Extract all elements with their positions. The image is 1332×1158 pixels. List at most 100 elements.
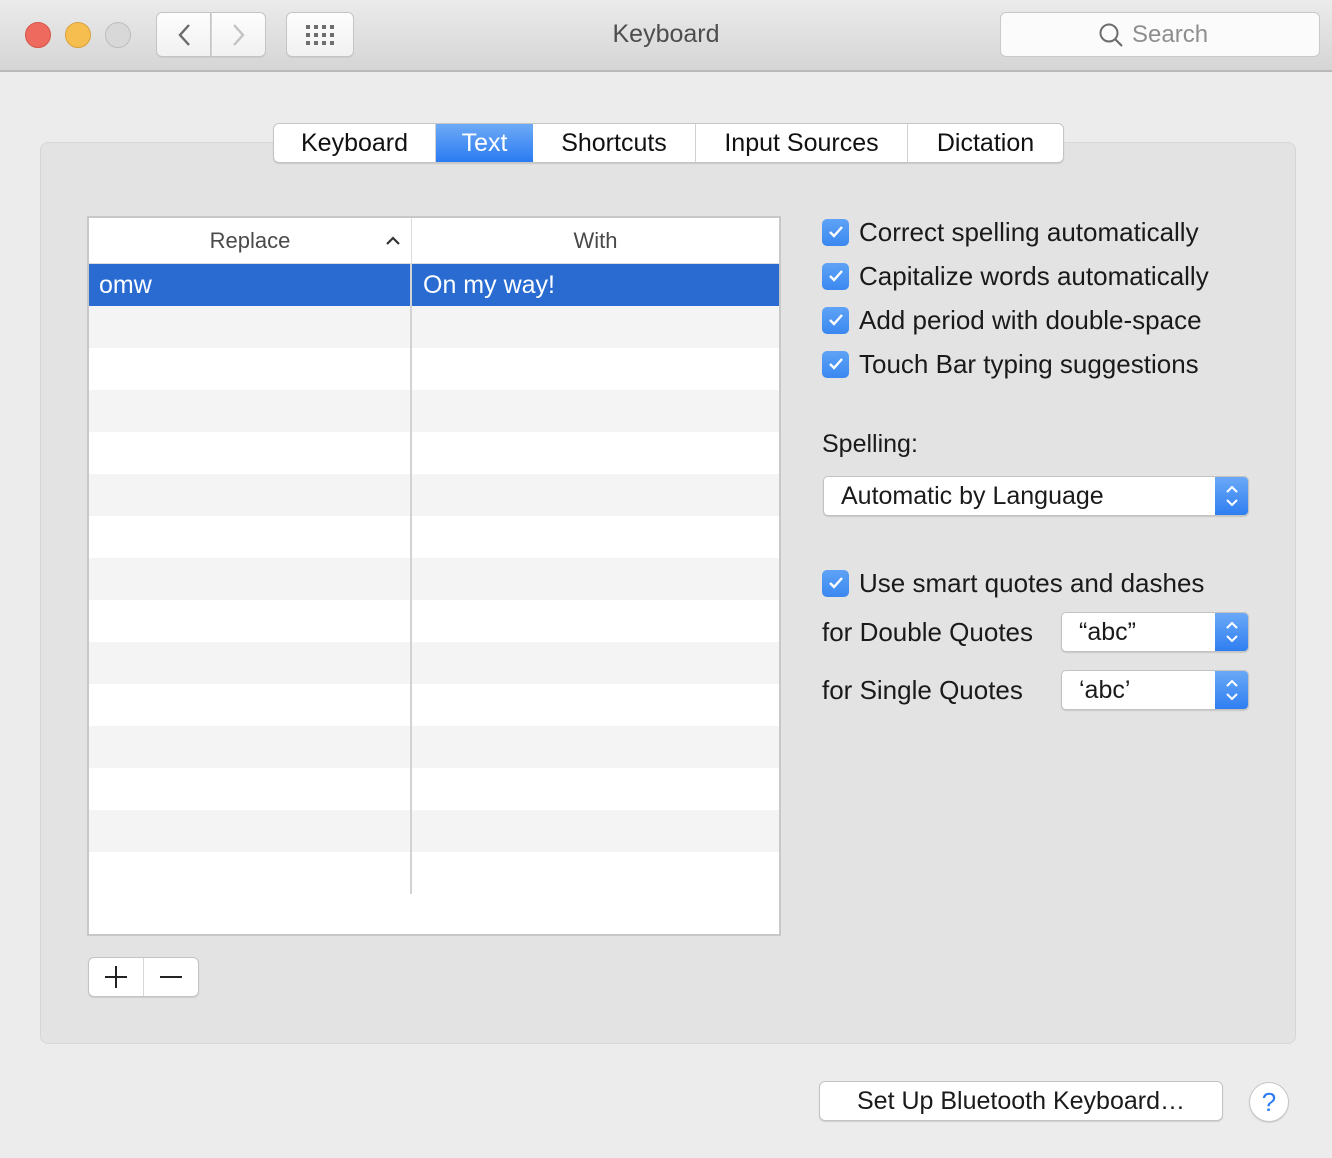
cell-replace — [89, 432, 412, 474]
empty-table-row[interactable] — [89, 852, 779, 894]
cell-with — [412, 642, 779, 684]
checkmark-icon — [828, 358, 843, 370]
cell-replace — [89, 810, 412, 852]
empty-table-row[interactable] — [89, 684, 779, 726]
option-label: Add period with double-space — [859, 304, 1202, 335]
cell-with — [412, 390, 779, 432]
cell-replace — [89, 306, 412, 348]
checkmark-icon — [828, 270, 843, 282]
tab-keyboard[interactable]: Keyboard — [274, 124, 436, 162]
remove-button[interactable] — [144, 958, 199, 996]
column-header-with[interactable]: With — [412, 218, 779, 263]
title-bar: Keyboard — [0, 0, 1332, 72]
option-label: Correct spelling automatically — [859, 216, 1199, 247]
empty-table-row[interactable] — [89, 474, 779, 516]
cell-with — [412, 516, 779, 558]
cell-with — [412, 558, 779, 600]
option-add-period[interactable]: Add period with double-space — [822, 298, 1209, 342]
plus-icon — [104, 966, 127, 988]
minus-icon — [159, 976, 182, 978]
empty-table-row[interactable] — [89, 810, 779, 852]
empty-table-row[interactable] — [89, 516, 779, 558]
empty-table-row[interactable] — [89, 600, 779, 642]
table-header: Replace With — [89, 218, 779, 264]
tab-text[interactable]: Text — [436, 124, 533, 162]
single-quotes-select[interactable]: ‘abc’ — [1061, 670, 1249, 710]
single-quotes-label: for Single Quotes — [822, 675, 1023, 705]
cell-replace — [89, 852, 412, 894]
single-quotes-value: ‘abc’ — [1079, 675, 1131, 704]
up-down-chevron-icon — [1215, 671, 1248, 709]
option-capitalize-words[interactable]: Capitalize words automatically — [822, 254, 1209, 298]
cell-with — [412, 474, 779, 516]
empty-table-row[interactable] — [89, 642, 779, 684]
option-correct-spelling[interactable]: Correct spelling automatically — [822, 210, 1209, 254]
cell-with — [412, 600, 779, 642]
double-quotes-value: “abc” — [1079, 617, 1136, 646]
double-quotes-label: for Double Quotes — [822, 617, 1034, 647]
list-controls — [88, 957, 199, 997]
cell-with — [412, 810, 779, 852]
checkbox-checked[interactable] — [822, 218, 849, 246]
checkmark-icon — [828, 314, 843, 326]
spelling-label: Spelling: — [822, 430, 918, 458]
cell-replace — [89, 726, 412, 768]
cell-with — [412, 726, 779, 768]
add-button[interactable] — [89, 958, 144, 996]
cell-replace — [89, 684, 412, 726]
double-quotes-select[interactable]: “abc” — [1061, 612, 1249, 652]
tab-dictation[interactable]: Dictation — [908, 124, 1063, 162]
cell-replace — [89, 516, 412, 558]
option-label: Touch Bar typing suggestions — [859, 348, 1199, 379]
checkbox-checked[interactable] — [822, 306, 849, 334]
cell-replace — [89, 768, 412, 810]
up-down-chevron-icon — [1215, 613, 1248, 651]
text-replacement-table[interactable]: Replace With omw On my way! — [87, 216, 781, 936]
cell-with — [412, 306, 779, 348]
option-touch-bar-suggestions[interactable]: Touch Bar typing suggestions — [822, 342, 1209, 386]
up-down-chevron-icon — [1215, 477, 1248, 515]
cell-replace — [89, 600, 412, 642]
checkbox-checked[interactable] — [822, 262, 849, 290]
option-smart-quotes[interactable]: Use smart quotes and dashes — [822, 561, 1204, 605]
empty-table-row[interactable] — [89, 348, 779, 390]
empty-table-row[interactable] — [89, 726, 779, 768]
checkmark-icon — [828, 577, 843, 589]
table-row[interactable]: omw On my way! — [89, 264, 779, 306]
cell-with — [412, 768, 779, 810]
spelling-select-value: Automatic by Language — [841, 481, 1104, 510]
empty-table-row[interactable] — [89, 432, 779, 474]
checkbox-checked[interactable] — [822, 569, 849, 597]
column-header-replace[interactable]: Replace — [89, 218, 412, 263]
cell-with — [412, 852, 779, 894]
checkmark-icon — [828, 226, 843, 238]
cell-replace — [89, 474, 412, 516]
option-label: Use smart quotes and dashes — [859, 567, 1205, 598]
checkbox-checked[interactable] — [822, 350, 849, 378]
spelling-select[interactable]: Automatic by Language — [823, 476, 1249, 516]
question-mark-icon: ? — [1261, 1087, 1277, 1117]
set-up-bluetooth-keyboard-button[interactable]: Set Up Bluetooth Keyboard… — [819, 1081, 1223, 1121]
cell-replace — [89, 348, 412, 390]
tab-bar: Keyboard Text Shortcuts Input Sources Di… — [273, 123, 1064, 163]
cell-replace — [89, 558, 412, 600]
column-header-replace-label: Replace — [209, 228, 291, 253]
search-input[interactable] — [1132, 20, 1222, 49]
cell-replace — [89, 390, 412, 432]
tab-shortcuts[interactable]: Shortcuts — [533, 124, 696, 162]
cell-replace: omw — [89, 264, 412, 306]
help-button[interactable]: ? — [1249, 1082, 1289, 1122]
cell-with — [412, 432, 779, 474]
option-label: Capitalize words automatically — [859, 260, 1209, 291]
empty-table-row[interactable] — [89, 306, 779, 348]
table-body: omw On my way! — [89, 264, 779, 894]
search-icon — [1099, 23, 1123, 47]
cell-replace — [89, 642, 412, 684]
cell-with — [412, 348, 779, 390]
empty-table-row[interactable] — [89, 768, 779, 810]
empty-table-row[interactable] — [89, 558, 779, 600]
cell-with: On my way! — [423, 271, 555, 299]
search-field[interactable] — [1000, 12, 1320, 57]
empty-table-row[interactable] — [89, 390, 779, 432]
tab-input-sources[interactable]: Input Sources — [696, 124, 908, 162]
